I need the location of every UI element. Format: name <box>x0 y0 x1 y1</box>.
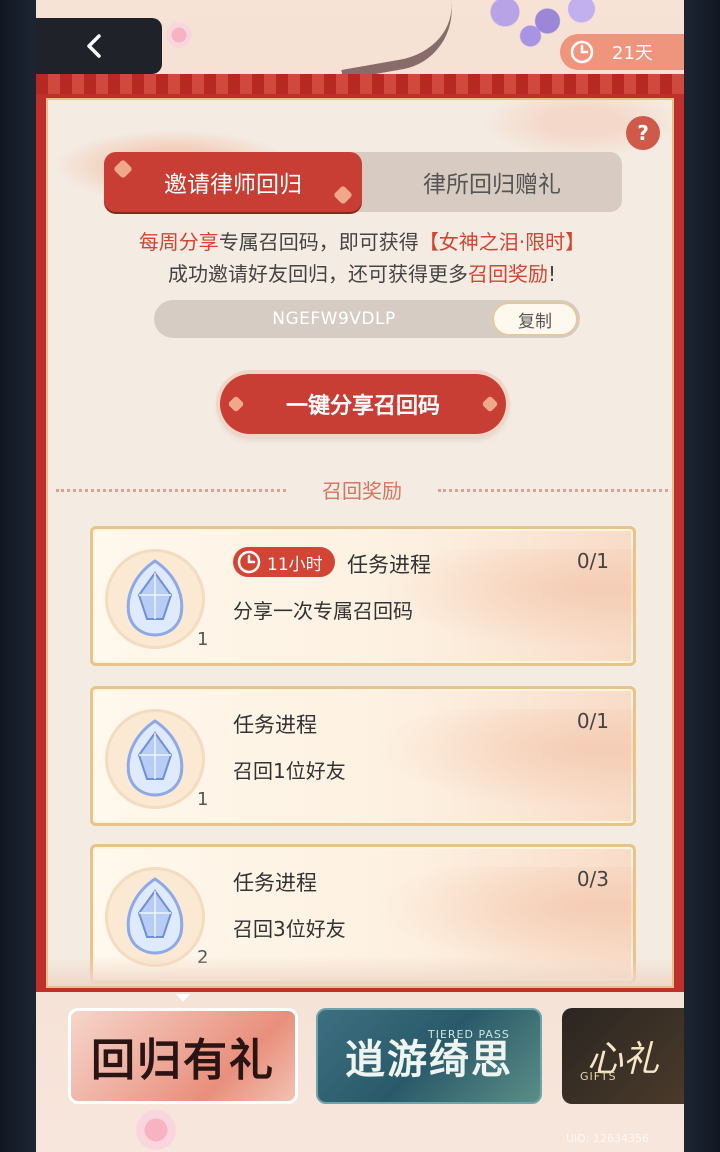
banner-subtitle: GIFTS <box>580 1070 617 1083</box>
clock-icon <box>570 40 594 64</box>
diamond-ornament-icon <box>227 395 245 413</box>
help-button[interactable]: ? <box>626 116 660 150</box>
task-progress: 0/3 <box>576 867 609 891</box>
clock-icon <box>237 550 261 574</box>
description-line-2: 成功邀请好友回归，还可获得更多召回奖励! <box>48 258 672 287</box>
task-title: 任务进程 <box>347 553 431 577</box>
tab-invite-lawyer[interactable]: 邀请律师回归 <box>104 152 362 212</box>
selected-pointer-icon <box>176 994 190 1002</box>
back-button[interactable] <box>36 18 162 74</box>
task-description: 召回3位好友 <box>233 917 346 941</box>
flower-decoration <box>136 1110 176 1150</box>
help-label: ? <box>637 121 649 145</box>
tab-firm-gift[interactable]: 律所回归赠礼 <box>362 152 622 212</box>
diamond-ornament-icon <box>333 185 353 205</box>
description-text: ! <box>547 262 557 286</box>
tab-label: 律所回归赠礼 <box>423 172 561 198</box>
task-card: 1 11小时 任务进程 0/1 分享一次专属召回码 <box>90 526 636 666</box>
highlight-text: 每周分享 <box>138 230 219 254</box>
banner-subtitle: TIERED PASS <box>428 1028 510 1041</box>
scroll-fade <box>48 956 672 986</box>
description-text: 成功邀请好友回归，还可获得更多 <box>167 262 468 286</box>
reward-quantity: 1 <box>197 629 209 650</box>
banner-gifts[interactable]: GIFTS 心礼 <box>562 1008 684 1104</box>
time-left-text: 11小时 <box>267 554 323 575</box>
event-timer-badge: 21天 <box>560 34 684 70</box>
copy-button[interactable]: 复制 <box>492 302 578 336</box>
task-progress: 0/1 <box>576 709 609 733</box>
description-text: 专属召回码，即可获得 <box>218 230 419 254</box>
left-edge-panel <box>0 0 36 1152</box>
share-code-button[interactable]: 一键分享召回码 <box>220 374 506 434</box>
description-line-1: 每周分享专属召回码，即可获得【女神之泪·限时】 <box>48 226 672 255</box>
timer-value: 21天 <box>612 43 653 64</box>
divider <box>438 489 668 492</box>
copy-label: 复制 <box>518 311 552 332</box>
banner-title: 回归有礼 <box>91 1035 275 1086</box>
time-left-badge: 11小时 <box>233 547 335 577</box>
branch-decoration <box>330 0 462 80</box>
reward-quantity: 1 <box>197 789 209 810</box>
task-card: 1 任务进程 0/1 召回1位好友 <box>90 686 636 826</box>
banner-tiered-pass[interactable]: TIERED PASS 逍游绮思 <box>316 1008 542 1104</box>
task-title: 任务进程 <box>233 871 317 895</box>
tear-gem-icon <box>126 559 184 637</box>
chevron-left-icon <box>87 34 101 58</box>
flower-decoration <box>166 22 192 48</box>
recall-panel: ? 邀请律师回归 律所回归赠礼 每周分享专属召回码，即可获得【女神之泪·限时】 … <box>46 98 674 988</box>
task-description: 分享一次专属召回码 <box>233 599 413 623</box>
share-button-label: 一键分享召回码 <box>285 394 440 419</box>
diamond-ornament-icon <box>481 395 499 413</box>
uid-label: UID: 12634356 <box>566 1132 649 1145</box>
tear-gem-icon <box>126 877 184 955</box>
diamond-ornament-icon <box>113 159 133 179</box>
tab-label: 邀请律师回归 <box>164 172 302 198</box>
highlight-text: 召回奖励 <box>467 262 548 286</box>
highlight-text: 【女神之泪·限时】 <box>418 230 586 254</box>
right-edge-panel <box>684 0 720 1152</box>
task-title: 任务进程 <box>233 713 317 737</box>
invite-code-bar: NGEFW9VDLP 复制 <box>154 300 580 338</box>
task-description: 召回1位好友 <box>233 759 346 783</box>
banner-return-gift[interactable]: 回归有礼 <box>68 1008 298 1104</box>
task-progress: 0/1 <box>576 549 609 573</box>
tab-bar: 邀请律师回归 律所回归赠礼 <box>104 152 622 212</box>
tear-gem-icon <box>126 719 184 797</box>
